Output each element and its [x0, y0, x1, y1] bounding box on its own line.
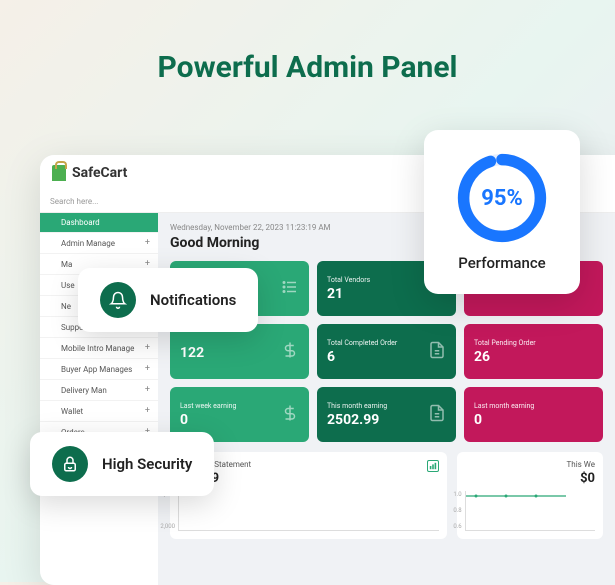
sidebar-item-9[interactable]: Wallet + [40, 401, 158, 422]
bell-icon [100, 282, 136, 318]
performance-card: 95% Performance [424, 130, 580, 294]
stat-card-3[interactable]: 122 [170, 324, 309, 379]
week-chart-amount: $0 [465, 471, 595, 486]
income-chart-title: ly Income Statement [178, 460, 439, 469]
performance-percent: 95% [454, 150, 550, 246]
stat-card-8[interactable]: Last month earning 0 [464, 387, 603, 442]
brand-name: SafeCart [72, 165, 127, 181]
card-icon [428, 404, 446, 426]
lock-icon [52, 446, 88, 482]
performance-label: Performance [454, 254, 550, 272]
card-icon [281, 278, 299, 300]
y-tick: 0.6 [444, 523, 462, 530]
stat-card-7[interactable]: This month earning2502.99 [317, 387, 456, 442]
sidebar-label: Ne [61, 302, 71, 311]
sidebar-item-7[interactable]: Buyer App Manages + [40, 359, 158, 380]
security-label: High Security [102, 455, 192, 473]
sidebar-label: Ma [61, 260, 72, 269]
expand-icon: + [145, 385, 150, 395]
card-label: Last month earning [474, 402, 593, 410]
expand-icon: + [145, 406, 150, 416]
y-tick: 2,000 [158, 523, 175, 530]
expand-icon: + [145, 238, 150, 248]
stat-card-4[interactable]: Total Completed Order6 [317, 324, 456, 379]
card-value: 0 [474, 412, 593, 428]
card-icon [281, 341, 299, 363]
notifications-feature: Notifications [78, 268, 258, 332]
expand-icon: + [145, 364, 150, 374]
expand-icon: + [145, 343, 150, 353]
card-icon [428, 341, 446, 363]
stat-card-5[interactable]: Total Pending Order 26 [464, 324, 603, 379]
week-chart-title: This We [465, 460, 595, 469]
card-label: Total Pending Order [474, 339, 593, 347]
sidebar-label: Use [61, 281, 75, 290]
chart-options-icon[interactable] [427, 460, 439, 472]
card-icon [281, 404, 299, 426]
sidebar-label: Delivery Man [61, 386, 107, 395]
y-tick: 1.0 [444, 491, 462, 498]
sidebar-item-0[interactable]: Dashboard [40, 213, 158, 233]
sidebar-item-6[interactable]: Mobile Intro Manage + [40, 338, 158, 359]
security-feature: High Security [30, 432, 214, 496]
income-chart-amount: 502.99 [178, 471, 439, 486]
week-chart: This We $0 1.0 0.8 0.6 [457, 452, 603, 539]
sidebar-label: Buyer App Manages [61, 365, 132, 374]
sidebar-item-8[interactable]: Delivery Man + [40, 380, 158, 401]
cart-logo-icon [52, 165, 66, 181]
sidebar-item-1[interactable]: Admin Manage + [40, 233, 158, 254]
y-tick: 0.8 [444, 507, 462, 514]
card-value: 26 [474, 349, 593, 365]
notifications-label: Notifications [150, 291, 236, 309]
page-heading: Powerful Admin Panel [0, 0, 615, 115]
sidebar-label: Wallet [61, 407, 83, 416]
progress-ring: 95% [454, 150, 550, 246]
sidebar-label: Mobile Intro Manage [61, 344, 134, 353]
sidebar-label: Admin Manage [61, 239, 115, 248]
sidebar-label: Dashboard [61, 218, 100, 227]
